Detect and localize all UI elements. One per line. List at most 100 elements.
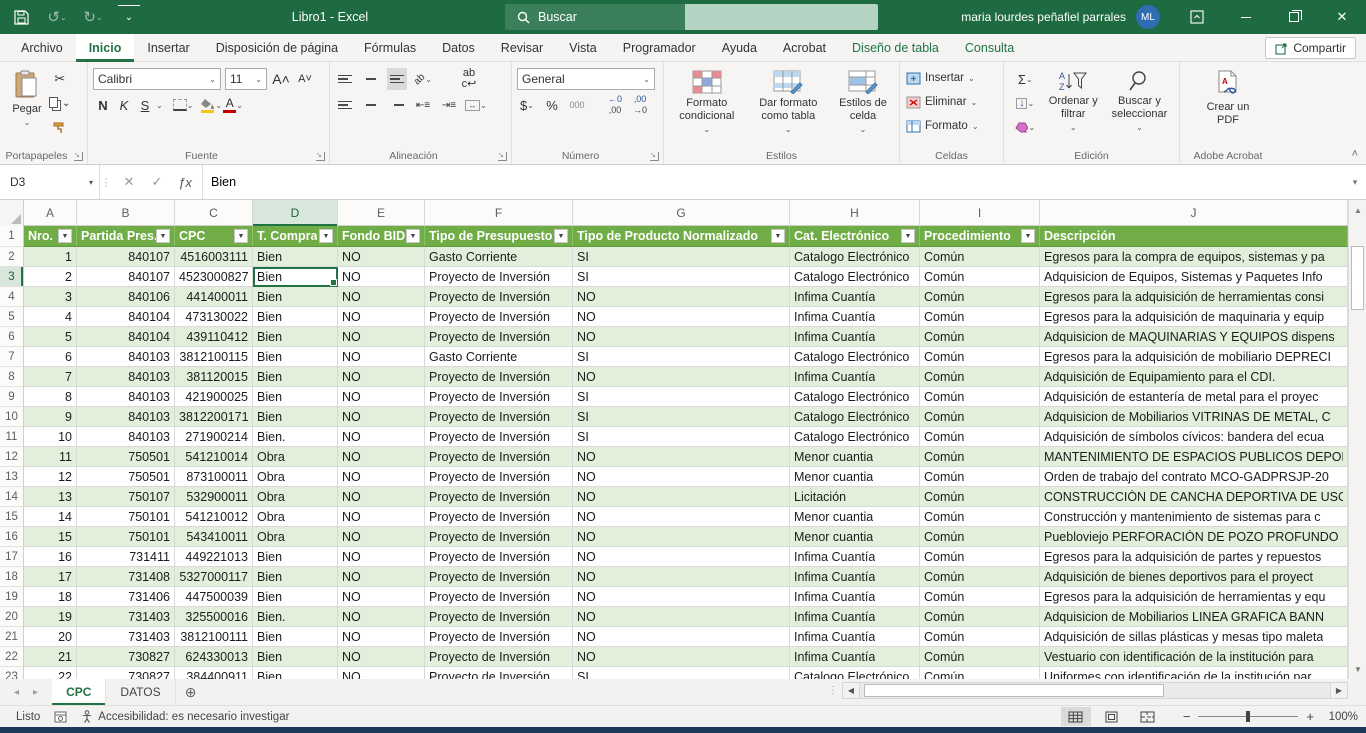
row-header-18[interactable]: 18 [0,567,24,587]
column-header-F[interactable]: F [425,200,573,226]
cell[interactable]: 731403 [77,627,175,647]
column-header-E[interactable]: E [338,200,425,226]
cell[interactable]: Bien [253,647,338,667]
cell[interactable]: 840106 [77,287,175,307]
cell[interactable]: NO [338,427,425,447]
cell[interactable]: 750107 [77,487,175,507]
row-header-13[interactable]: 13 [0,467,24,487]
tab-inicio[interactable]: Inicio [76,34,135,62]
cell[interactable]: Catalogo Electrónico [790,247,920,267]
cell[interactable]: 840107 [77,247,175,267]
cell[interactable]: Egresos para la adquisición de maquinari… [1040,307,1348,327]
cell[interactable]: Adquisicion de Mobiliarios LINEA GRAFICA… [1040,607,1348,627]
cell[interactable]: Infima Cuantía [790,587,920,607]
cell[interactable]: Egresos para la adquisición de herramien… [1040,287,1348,307]
cell[interactable]: Infima Cuantía [790,547,920,567]
cell[interactable]: NO [338,507,425,527]
cell[interactable]: Bien [253,247,338,267]
cell[interactable]: Proyecto de Inversión [425,307,573,327]
cell[interactable]: Proyecto de Inversión [425,287,573,307]
row-header-1[interactable]: 1 [0,226,24,247]
cell[interactable]: Bien [253,547,338,567]
cell[interactable]: SI [573,667,790,679]
row-header-11[interactable]: 11 [0,427,24,447]
cell[interactable]: Bien [253,387,338,407]
cell[interactable]: 4516003111 [175,247,253,267]
tab-revisar[interactable]: Revisar [488,34,556,62]
cell[interactable]: NO [573,627,790,647]
header-cell[interactable]: Tipo de Presupuesto▼ [425,226,573,247]
decrease-indent-icon[interactable]: ⇤≡ [413,94,433,116]
cell[interactable]: Obra [253,527,338,547]
cell[interactable]: Proyecto de Inversión [425,407,573,427]
filter-dropdown-icon[interactable]: ▼ [1021,229,1035,243]
cell[interactable]: Común [920,667,1040,679]
cell[interactable]: Bien [253,267,338,287]
cell[interactable]: Común [920,407,1040,427]
cell[interactable]: Común [920,247,1040,267]
tab-archivo[interactable]: Archivo [8,34,76,62]
minimize-button[interactable] [1222,0,1270,34]
cell[interactable]: 14 [24,507,77,527]
borders-icon[interactable]: ⌄ [173,94,194,116]
cell[interactable]: NO [338,627,425,647]
cell[interactable]: NO [573,587,790,607]
cell[interactable]: Proyecto de Inversión [425,427,573,447]
italic-button[interactable]: K [114,94,134,116]
cell[interactable]: 750501 [77,467,175,487]
row-header-23[interactable]: 23 [0,667,24,679]
cell[interactable]: Menor cuantia [790,527,920,547]
cell[interactable]: Adquisicion de Equipos, Sistemas y Paque… [1040,267,1348,287]
scroll-right-icon[interactable]: ▶ [1330,682,1348,699]
cell[interactable]: Catalogo Electrónico [790,267,920,287]
zoom-slider[interactable] [1198,716,1298,717]
cell[interactable]: CONSTRUCCIÓN DE CANCHA DEPORTIVA DE USO … [1040,487,1348,507]
cell[interactable]: NO [338,247,425,267]
cell[interactable]: Común [920,467,1040,487]
customize-toolbar-icon[interactable]: ⌄ [118,5,140,29]
cell[interactable]: Bien. [253,427,338,447]
number-format-select[interactable]: General⌄ [517,68,655,90]
filter-dropdown-icon[interactable]: ▼ [554,229,568,243]
sheet-nav-left-icon[interactable]: ◂ [14,687,19,698]
cell[interactable]: Proyecto de Inversión [425,507,573,527]
cell[interactable]: Común [920,507,1040,527]
column-header-G[interactable]: G [573,200,790,226]
tab-scrollbar-splitter[interactable]: ⋮ [828,685,838,696]
filter-dropdown-icon[interactable]: ▼ [901,229,915,243]
cell[interactable]: SI [573,247,790,267]
cell[interactable]: NO [338,607,425,627]
cell[interactable]: Proyecto de Inversión [425,627,573,647]
align-middle-icon[interactable] [361,68,381,90]
cell[interactable]: NO [573,547,790,567]
cell[interactable]: Adquisicion de MAQUINARIAS Y EQUIPOS dis… [1040,327,1348,347]
clear-icon[interactable]: ⌄ [1009,116,1042,138]
cell[interactable]: 449221013 [175,547,253,567]
cell[interactable]: Infima Cuantía [790,287,920,307]
formula-bar-splitter[interactable]: ⋮ [100,165,112,199]
cell[interactable]: NO [338,347,425,367]
cell[interactable]: Catalogo Electrónico [790,387,920,407]
vertical-scrollbar[interactable]: ▲ ▼ [1348,200,1366,679]
scroll-up-icon[interactable]: ▲ [1349,200,1366,220]
cell[interactable]: Común [920,427,1040,447]
cell[interactable]: NO [338,287,425,307]
column-header-H[interactable]: H [790,200,920,226]
fill-icon[interactable]: ↓⌄ [1009,92,1042,114]
row-header-17[interactable]: 17 [0,547,24,567]
align-left-icon[interactable] [335,94,355,116]
cell[interactable]: MANTENIMIENTO DE ESPACIOS PUBLICOS DEPOR… [1040,447,1348,467]
restore-button[interactable] [1270,0,1318,34]
cell[interactable]: Común [920,387,1040,407]
sort-filter-button[interactable]: AZ Ordenar y filtrar ⌄ [1042,66,1105,144]
collapse-ribbon-icon[interactable]: ˄ [1352,148,1358,160]
search-box[interactable]: Buscar [505,4,878,30]
share-button[interactable]: Compartir [1265,37,1356,59]
number-dialog-launcher[interactable]: ↘ [650,152,659,161]
cell[interactable]: 16 [24,547,77,567]
sheet-tab-cpc[interactable]: CPC [52,679,106,705]
cell[interactable]: NO [573,647,790,667]
row-header-4[interactable]: 4 [0,287,24,307]
column-header-B[interactable]: B [77,200,175,226]
cell[interactable]: Proyecto de Inversión [425,387,573,407]
